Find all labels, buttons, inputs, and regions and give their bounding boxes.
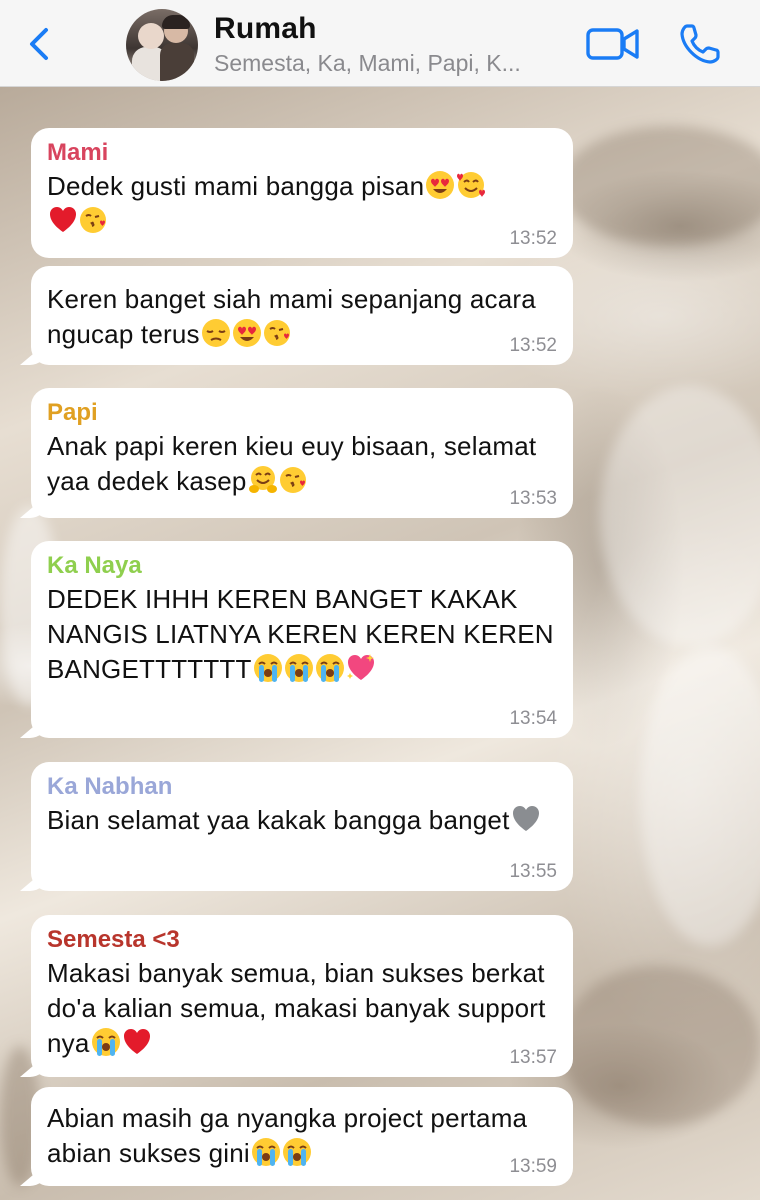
smiling-face-with-hearts-emoji-icon	[456, 170, 486, 200]
sparkling-heart-emoji-icon	[346, 653, 376, 683]
message-timestamp: 13:52	[509, 335, 557, 356]
red-heart-emoji-icon	[122, 1027, 152, 1057]
kissing-heart-emoji-icon	[279, 465, 309, 495]
pensive-face-emoji-icon	[201, 318, 231, 348]
voice-call-button[interactable]	[678, 22, 722, 66]
message-body: Bian selamat yaa kakak bangga banget	[47, 805, 510, 835]
loudly-crying-emoji-icon	[315, 653, 345, 683]
message-bubble[interactable]: Ka Naya DEDEK IHHH KEREN BANGET KAKAK NA…	[31, 541, 573, 738]
phone-icon	[680, 24, 720, 64]
message-timestamp: 13:53	[509, 488, 557, 509]
video-call-button[interactable]	[586, 26, 640, 62]
message-timestamp: 13:59	[509, 1156, 557, 1177]
kissing-heart-emoji-icon	[263, 318, 293, 348]
red-heart-emoji-icon	[48, 205, 78, 235]
message-timestamp: 13:55	[509, 861, 557, 882]
message-text: Bian selamat yaa kakak bangga banget	[47, 803, 557, 838]
loudly-crying-emoji-icon	[284, 653, 314, 683]
message-bubble[interactable]: Abian masih ga nyangka project pertama a…	[31, 1087, 573, 1186]
message-text: Abian masih ga nyangka project pertama a…	[47, 1101, 557, 1171]
message-text: Dedek gusti mami bangga pisan	[47, 169, 557, 239]
chat-participants[interactable]: Semesta, Ka, Mami, Papi, K...	[214, 50, 554, 77]
hugging-face-emoji-icon	[248, 465, 278, 495]
back-button[interactable]	[22, 22, 62, 66]
loudly-crying-emoji-icon	[251, 1137, 281, 1167]
loudly-crying-emoji-icon	[253, 653, 283, 683]
message-timestamp: 13:54	[509, 708, 557, 729]
chevron-left-icon	[30, 28, 48, 60]
message-bubble[interactable]: Mami Dedek gusti mami bangga pisan 13:52	[31, 128, 573, 258]
kissing-heart-emoji-icon	[79, 205, 109, 235]
message-text: DEDEK IHHH KEREN BANGET KAKAK NANGIS LIA…	[47, 582, 557, 687]
sender-name: Papi	[47, 399, 98, 426]
message-body: Keren banget siah mami sepanjang acara n…	[47, 284, 544, 349]
message-timestamp: 13:57	[509, 1047, 557, 1068]
loudly-crying-emoji-icon	[282, 1137, 312, 1167]
message-bubble[interactable]: Keren banget siah mami sepanjang acara n…	[31, 266, 573, 365]
grey-heart-emoji-icon	[511, 804, 541, 834]
chat-header: Rumah Semesta, Ka, Mami, Papi, K...	[0, 0, 760, 87]
sender-name: Ka Nabhan	[47, 773, 173, 800]
message-body: Dedek gusti mami bangga pisan	[47, 171, 425, 201]
loudly-crying-emoji-icon	[91, 1027, 121, 1057]
message-bubble[interactable]: Semesta <3 Makasi banyak semua, bian suk…	[31, 915, 573, 1077]
sender-name: Mami	[47, 139, 109, 166]
message-text: Makasi banyak semua, bian sukses berkat …	[47, 956, 557, 1061]
message-text: Anak papi keren kieu euy bisaan, selamat…	[47, 429, 557, 499]
heart-eyes-emoji-icon	[232, 318, 262, 348]
group-avatar[interactable]	[126, 9, 198, 81]
sender-name: Ka Naya	[47, 552, 142, 579]
message-text: Keren banget siah mami sepanjang acara n…	[47, 282, 557, 352]
heart-eyes-emoji-icon	[425, 170, 455, 200]
video-camera-icon	[586, 28, 639, 60]
sender-name: Semesta <3	[47, 926, 180, 953]
message-bubble[interactable]: Papi Anak papi keren kieu euy bisaan, se…	[31, 388, 573, 518]
message-timestamp: 13:52	[509, 228, 557, 249]
chat-title[interactable]: Rumah	[214, 12, 317, 46]
message-bubble[interactable]: Ka Nabhan Bian selamat yaa kakak bangga …	[31, 762, 573, 891]
